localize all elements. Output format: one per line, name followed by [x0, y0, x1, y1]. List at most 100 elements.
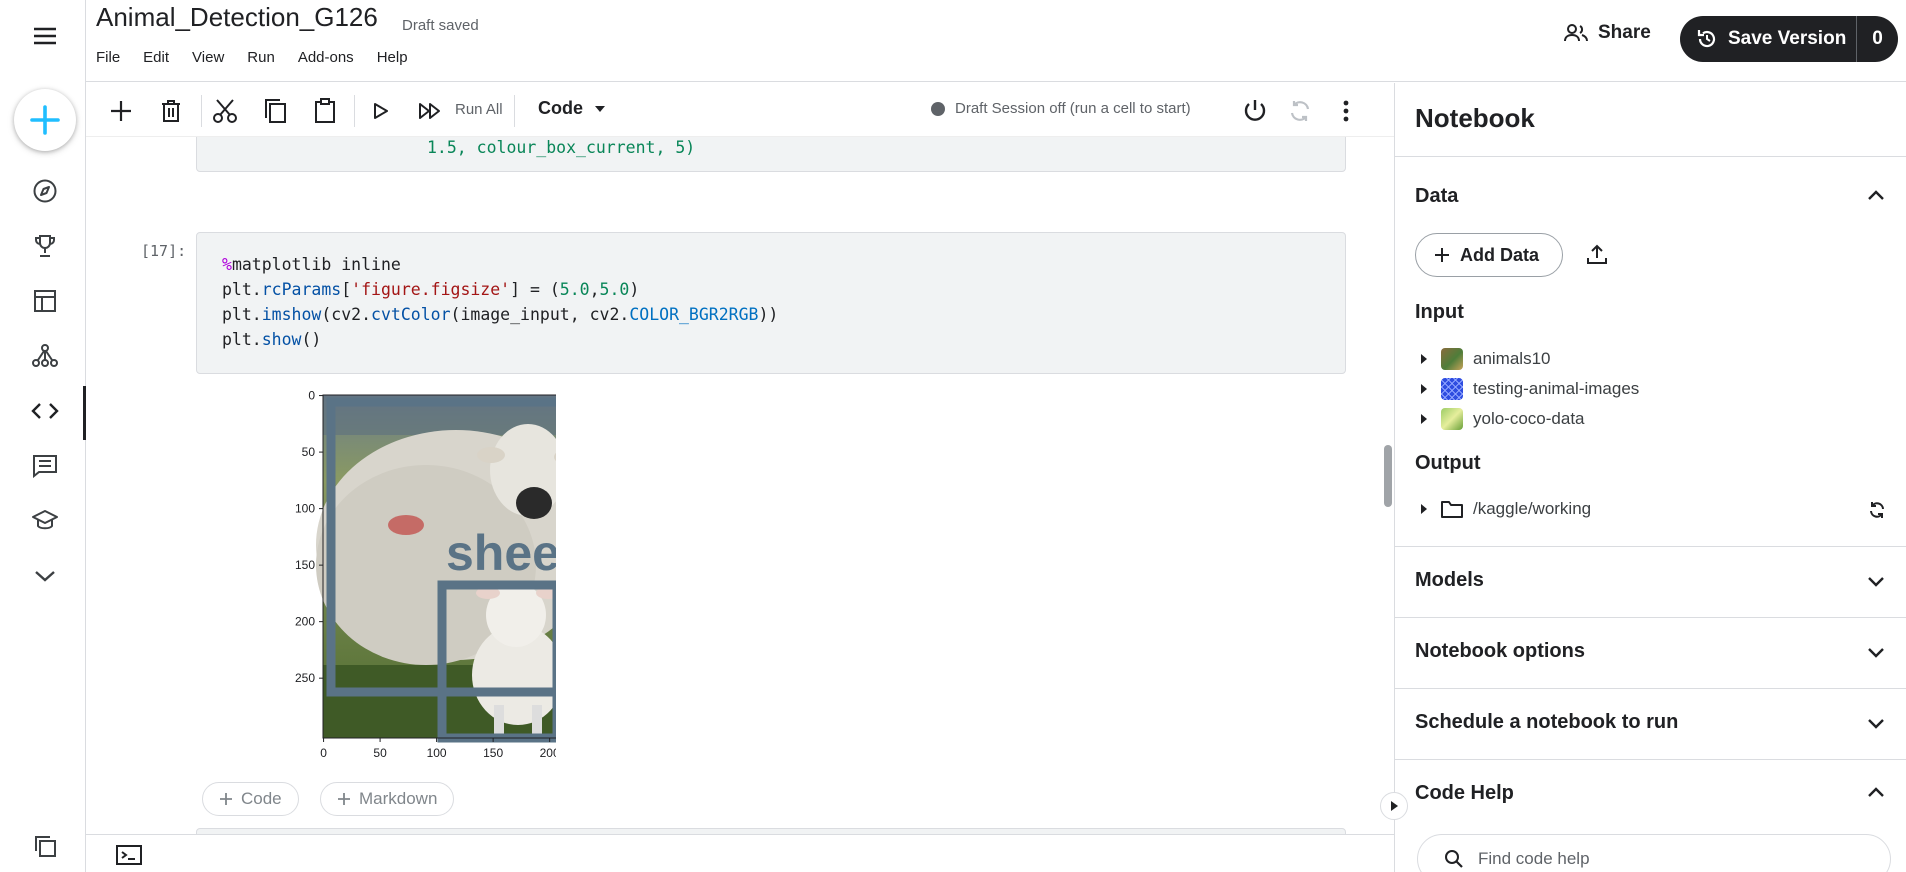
toolbar: Run All Code Draft Session off (run a ce… [86, 83, 1394, 137]
scrollbar[interactable] [1384, 445, 1392, 507]
toggle-panel-button[interactable] [1380, 792, 1408, 820]
code-cell[interactable]: 1.5, colour_box_current, 5) [196, 137, 1346, 172]
add-markdown-label: Markdown [359, 789, 438, 808]
refresh-icon[interactable] [1868, 501, 1886, 519]
console-icon[interactable] [116, 845, 142, 865]
menu-bar: File Edit View Run Add-ons Help [96, 49, 431, 66]
cell-type-label: Code [538, 98, 583, 118]
compass-icon[interactable] [23, 169, 67, 213]
add-cell-icon[interactable] [106, 96, 136, 126]
menu-run[interactable]: Run [247, 49, 275, 66]
input-dataset-yolo-coco-data[interactable]: yolo-coco-data [1421, 406, 1585, 432]
caret-down-icon [595, 105, 605, 112]
dataset-name: animals10 [1473, 349, 1551, 368]
restart-icon[interactable] [1285, 96, 1315, 126]
trophy-icon[interactable] [23, 224, 67, 268]
data-section-header[interactable]: Data [1415, 185, 1458, 208]
output-heading: Output [1415, 452, 1481, 474]
draft-status: Draft saved [402, 17, 479, 34]
menu-help[interactable]: Help [377, 49, 408, 66]
cut-icon[interactable] [210, 96, 240, 126]
plus-icon [220, 793, 232, 805]
models-section-header: Models [1415, 569, 1484, 591]
add-markdown-cell-button[interactable]: Markdown [320, 782, 455, 816]
folder-icon [1441, 501, 1463, 518]
left-rail [0, 0, 86, 872]
notebook-options-header: Notebook options [1415, 640, 1585, 662]
code-line: %matplotlib inline [222, 255, 401, 274]
models-icon[interactable] [23, 334, 67, 378]
code-line: plt.imshow(cv2.cvtColor(image_input, cv2… [222, 305, 779, 324]
caret-right-icon [1421, 504, 1427, 514]
session-label: Draft Session off (run a cell to start) [955, 100, 1191, 117]
menu-edit[interactable]: Edit [143, 49, 169, 66]
menu-addons[interactable]: Add-ons [298, 49, 354, 66]
menu-file[interactable]: File [96, 49, 120, 66]
caret-right-icon [1421, 414, 1427, 424]
save-version-button[interactable]: Save Version 0 [1680, 16, 1898, 62]
search-icon [1445, 850, 1463, 868]
schedule-section[interactable]: Schedule a notebook to run [1395, 688, 1906, 759]
bottom-bar [86, 834, 1394, 872]
y-tick-label: 0 [308, 389, 315, 403]
run-all-button[interactable]: Run All [455, 101, 503, 118]
notebook-side-panel: Notebook Data Add Data Input animals10 t… [1394, 83, 1906, 872]
x-tick-label: 150 [483, 746, 503, 760]
play-arrow-icon [1391, 801, 1398, 811]
share-button[interactable]: Share [1564, 22, 1651, 44]
copy-icon[interactable] [23, 824, 67, 868]
dataset-thumbnail [1441, 348, 1463, 370]
menu-view[interactable]: View [192, 49, 224, 66]
notebook-title[interactable]: Animal_Detection_G126 [96, 2, 378, 33]
find-code-help-input[interactable]: Find code help [1417, 834, 1891, 872]
y-tick-label: 150 [295, 558, 315, 572]
chevron-down-icon [1867, 576, 1885, 587]
run-all-icon[interactable] [415, 96, 445, 126]
paste-icon[interactable] [310, 96, 340, 126]
dataset-thumbnail [1441, 378, 1463, 400]
table-icon[interactable] [23, 279, 67, 323]
plus-icon [338, 793, 350, 805]
models-section[interactable]: Models [1395, 546, 1906, 617]
session-dot [931, 101, 945, 116]
chevron-up-icon[interactable] [1867, 190, 1885, 201]
cell-type-select[interactable]: Code [538, 98, 605, 119]
run-cell-icon[interactable] [366, 96, 396, 126]
notebook-options-section[interactable]: Notebook options [1395, 617, 1906, 688]
add-code-cell-button[interactable]: Code [202, 782, 299, 816]
comments-icon[interactable] [23, 444, 67, 488]
copy-cell-icon[interactable] [260, 96, 290, 126]
version-count[interactable]: 0 [1857, 28, 1898, 50]
y-tick-label: 250 [295, 671, 315, 685]
output-folder[interactable]: /kaggle/working [1421, 496, 1591, 522]
x-tick-label: 100 [427, 746, 447, 760]
input-dataset-testing-animal-images[interactable]: testing-animal-images [1421, 376, 1639, 402]
learn-icon[interactable] [23, 499, 67, 543]
dataset-name: testing-animal-images [1473, 379, 1640, 398]
cell-output-image: sheep: 050100150200250 050100150200250 [295, 389, 556, 760]
more-vert-icon[interactable] [1331, 96, 1361, 126]
dataset-thumbnail [1441, 408, 1463, 430]
input-dataset-animals10[interactable]: animals10 [1421, 346, 1551, 372]
delete-icon[interactable] [156, 96, 186, 126]
menu-icon[interactable] [23, 14, 67, 58]
x-tick-label: 200 [540, 746, 556, 760]
header: Animal_Detection_G126 Draft saved File E… [86, 0, 1906, 82]
chevron-up-icon[interactable] [1867, 787, 1885, 798]
chevron-down-icon [1867, 718, 1885, 729]
code-help-header[interactable]: Code Help [1415, 782, 1514, 805]
code-cell[interactable]: %matplotlib inline plt.rcParams['figure.… [196, 232, 1346, 374]
plus-icon [1435, 248, 1449, 262]
upload-icon[interactable] [1586, 243, 1608, 265]
detection-label: sheep: [446, 525, 556, 581]
power-icon[interactable] [1240, 96, 1270, 126]
people-icon [1564, 24, 1588, 42]
code-icon[interactable] [23, 389, 67, 433]
add-data-button[interactable]: Add Data [1415, 233, 1563, 277]
input-heading: Input [1415, 301, 1464, 323]
more-icon[interactable] [23, 554, 67, 598]
sheep-image: sheep: [316, 395, 556, 743]
create-button[interactable] [14, 89, 76, 151]
x-tick-label: 50 [373, 746, 387, 760]
schedule-section-header: Schedule a notebook to run [1415, 711, 1679, 733]
